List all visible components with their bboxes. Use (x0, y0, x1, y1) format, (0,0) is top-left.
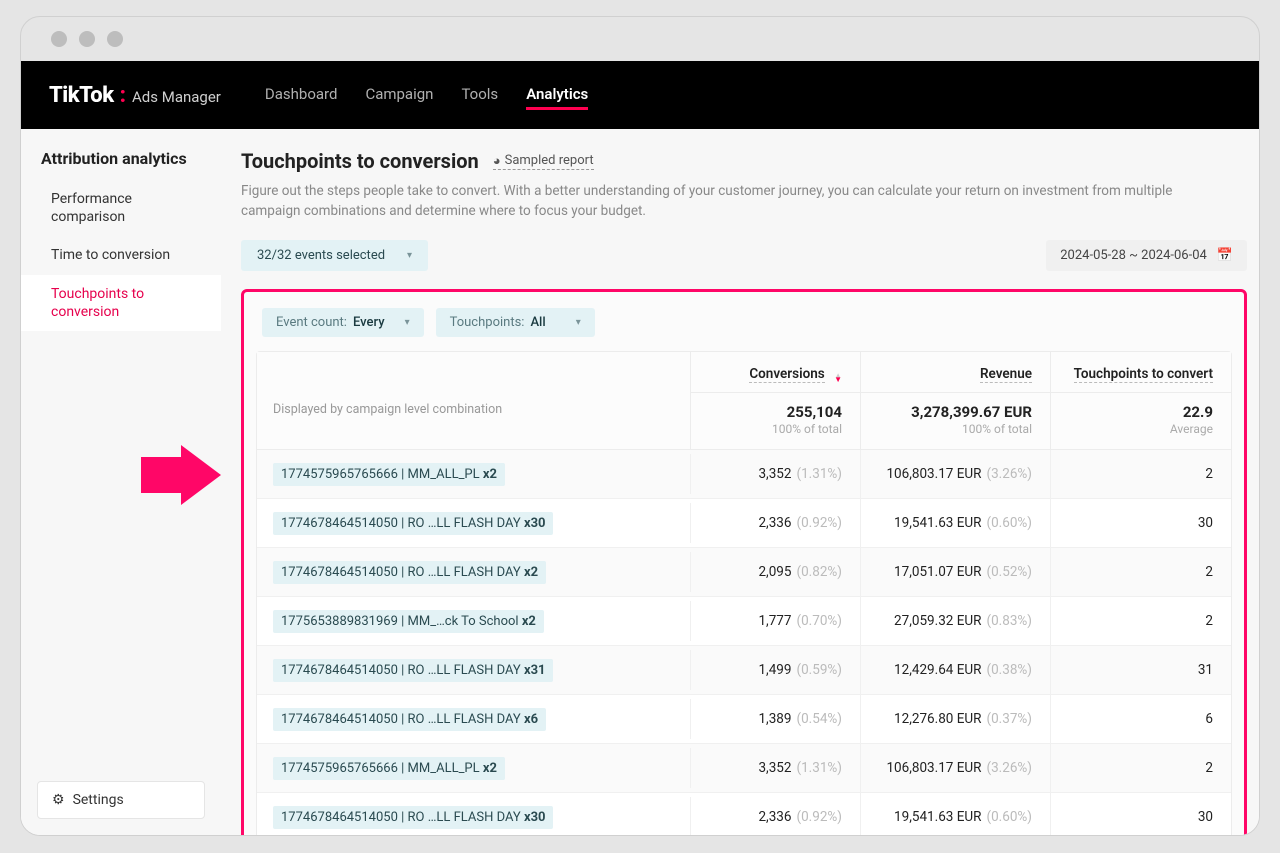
conversions-total: 255,104 (709, 403, 842, 421)
cell-revenue: 17,051.07 EUR(0.52%) (861, 548, 1051, 596)
campaign-tag: 1774678464514050 | RO …LL FLASH DAY x2 (273, 561, 546, 584)
cell-touchpoints: 2 (1051, 466, 1231, 482)
cell-touchpoints: 30 (1051, 515, 1231, 531)
sidebar-item[interactable]: Touchpoints to conversion (21, 275, 221, 331)
cell-revenue: 12,429.64 EUR(0.38%) (861, 646, 1051, 694)
cell-touchpoints: 31 (1051, 662, 1231, 678)
nav-link-dashboard[interactable]: Dashboard (265, 81, 338, 110)
nav-links: Dashboard Campaign Tools Analytics (265, 81, 588, 110)
cell-conversions: 2,095(0.82%) (691, 548, 861, 596)
cell-conversions: 1,499(0.59%) (691, 646, 861, 694)
clock-icon: ◕ (493, 153, 501, 169)
cell-revenue: 19,541.63 EUR(0.60%) (861, 793, 1051, 836)
nav-link-tools[interactable]: Tools (461, 81, 498, 110)
campaign-tag: 1774575965765666 | MM_ALL_PL x2 (273, 757, 505, 780)
brand-sub: Ads Manager (132, 88, 221, 106)
touchpoints-avg: 22.9 (1069, 403, 1213, 421)
col-header-conversions[interactable]: Conversions ▲▼ (691, 352, 860, 393)
table-row[interactable]: 1774678464514050 | RO …LL FLASH DAY x6 1,… (257, 695, 1231, 744)
date-range-picker[interactable]: 2024-05-28 ~ 2024-06-04 📅 (1046, 240, 1247, 271)
nav-link-analytics[interactable]: Analytics (526, 81, 588, 110)
table-left-header: Displayed by campaign level combination (257, 352, 691, 449)
settings-button[interactable]: ⚙ Settings (37, 781, 205, 819)
campaign-tag: 1774678464514050 | RO …LL FLASH DAY x30 (273, 806, 553, 829)
highlight-box: Event count: Every ▾ Touchpoints: All ▾ … (241, 289, 1247, 836)
chevron-down-icon: ▾ (576, 317, 581, 328)
window-frame: TikTok: Ads Manager Dashboard Campaign Too… (20, 16, 1260, 836)
table-head: Displayed by campaign level combination … (257, 352, 1231, 450)
revenue-total: 3,278,399.67 EUR (879, 403, 1032, 421)
cell-touchpoints: 6 (1051, 711, 1231, 727)
cell-revenue: 106,803.17 EUR(3.26%) (861, 450, 1051, 498)
table-row[interactable]: 1774678464514050 | RO …LL FLASH DAY x2 2,… (257, 548, 1231, 597)
brand-colon: : (120, 83, 126, 108)
cell-revenue: 19,541.63 EUR(0.60%) (861, 499, 1051, 547)
cell-conversions: 3,352(1.31%) (691, 450, 861, 498)
campaign-tag: 1774678464514050 | RO …LL FLASH DAY x30 (273, 512, 553, 535)
cell-revenue: 106,803.17 EUR(3.26%) (861, 744, 1051, 792)
callout-arrow (141, 445, 221, 505)
events-selector[interactable]: 32/32 events selected ▾ (241, 240, 428, 271)
cell-touchpoints: 2 (1051, 564, 1231, 580)
settings-label: Settings (73, 792, 124, 808)
title-bar (21, 17, 1259, 61)
campaign-tag: 1774575965765666 | MM_ALL_PL x2 (273, 463, 505, 486)
campaign-tag: 1774678464514050 | RO …LL FLASH DAY x31 (273, 659, 553, 682)
cell-touchpoints: 2 (1051, 613, 1231, 629)
cell-revenue: 12,276.80 EUR(0.37%) (861, 695, 1051, 743)
nav-link-campaign[interactable]: Campaign (365, 81, 433, 110)
window-dot (79, 31, 95, 47)
table-row[interactable]: 1774678464514050 | RO …LL FLASH DAY x31 1… (257, 646, 1231, 695)
table-row[interactable]: 1774678464514050 | RO …LL FLASH DAY x30 2… (257, 499, 1231, 548)
cell-conversions: 3,352(1.31%) (691, 744, 861, 792)
brand-name: TikTok (49, 83, 114, 108)
col-header-revenue[interactable]: Revenue (861, 352, 1050, 393)
campaign-tag: 1775653889831969 | MM_…ck To School x2 (273, 610, 544, 633)
table-row[interactable]: 1774575965765666 | MM_ALL_PL x2 3,352(1.3… (257, 744, 1231, 793)
sidebar-title: Attribution analytics (21, 149, 221, 180)
window-dot (51, 31, 67, 47)
window-dot (107, 31, 123, 47)
col-header-touchpoints[interactable]: Touchpoints to convert (1051, 352, 1231, 393)
table-body: 1774575965765666 | MM_ALL_PL x2 3,352(1.3… (257, 450, 1231, 836)
top-nav: TikTok: Ads Manager Dashboard Campaign Too… (21, 61, 1259, 129)
campaign-tag: 1774678464514050 | RO …LL FLASH DAY x6 (273, 708, 546, 731)
gear-icon: ⚙ (52, 792, 65, 808)
cell-conversions: 1,777(0.70%) (691, 597, 861, 645)
touchpoints-dropdown[interactable]: Touchpoints: All ▾ (436, 308, 595, 337)
page-title: Touchpoints to conversion (241, 149, 479, 173)
cell-touchpoints: 2 (1051, 760, 1231, 776)
main: Touchpoints to conversion ◕ Sampled repo… (221, 129, 1259, 835)
filter-row: 32/32 events selected ▾ 2024-05-28 ~ 202… (241, 240, 1247, 271)
page-description: Figure out the steps people take to conv… (241, 181, 1201, 222)
sidebar-item[interactable]: Time to conversion (21, 236, 221, 274)
cell-conversions: 2,336(0.92%) (691, 499, 861, 547)
cell-touchpoints: 30 (1051, 809, 1231, 825)
cell-revenue: 27,059.32 EUR(0.83%) (861, 597, 1051, 645)
sub-filter-row: Event count: Every ▾ Touchpoints: All ▾ (256, 308, 1232, 351)
cell-conversions: 2,336(0.92%) (691, 793, 861, 836)
table-row[interactable]: 1774575965765666 | MM_ALL_PL x2 3,352(1.3… (257, 450, 1231, 499)
table-row[interactable]: 1774678464514050 | RO …LL FLASH DAY x30 2… (257, 793, 1231, 836)
table-row[interactable]: 1775653889831969 | MM_…ck To School x2 1,… (257, 597, 1231, 646)
cell-conversions: 1,389(0.54%) (691, 695, 861, 743)
sort-icon: ▲▼ (834, 374, 842, 382)
chevron-down-icon: ▾ (405, 317, 410, 328)
sampled-report-link[interactable]: ◕ Sampled report (493, 153, 594, 170)
calendar-icon: 📅 (1217, 248, 1233, 263)
sidebar-item[interactable]: Performance comparison (21, 180, 221, 236)
brand: TikTok: Ads Manager (49, 83, 221, 108)
page-header: Touchpoints to conversion ◕ Sampled repo… (241, 149, 1247, 173)
chevron-down-icon: ▾ (407, 250, 412, 261)
event-count-dropdown[interactable]: Event count: Every ▾ (262, 308, 424, 337)
data-table: Displayed by campaign level combination … (256, 351, 1232, 836)
